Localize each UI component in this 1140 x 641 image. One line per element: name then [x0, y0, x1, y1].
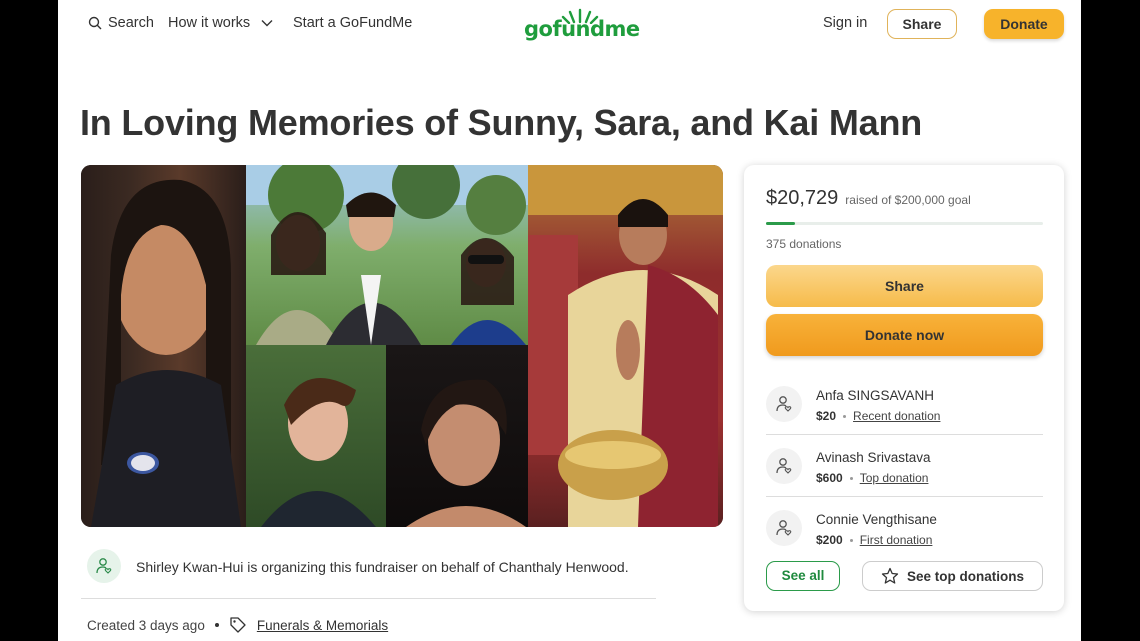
teen-boy-illustration — [261, 378, 376, 527]
organizer-avatar — [87, 549, 121, 583]
donor-name: Connie Vengthisane — [816, 512, 937, 527]
raised-summary: $20,729 raised of $200,000 goal — [766, 187, 971, 210]
donor-item: Connie Vengthisane $200 First donation — [766, 497, 1043, 557]
chevron-down-icon — [261, 20, 273, 27]
star-icon — [881, 567, 899, 584]
donor-avatar — [766, 386, 802, 422]
donor-item: Anfa SINGSAVANH $20 Recent donation — [766, 373, 1043, 435]
progress-bar — [766, 222, 1043, 225]
sign-in-link[interactable]: Sign in — [823, 15, 867, 31]
traditional-dress-illustration — [528, 165, 723, 527]
how-it-works-menu[interactable]: How it works — [168, 15, 274, 31]
search-link[interactable]: Search — [88, 15, 154, 31]
gofundme-logo[interactable]: gofundme — [524, 8, 640, 41]
donor-item: Avinash Srivastava $600 Top donation — [766, 435, 1043, 497]
photo-teen-boy — [246, 345, 386, 527]
how-it-works-label: How it works — [168, 15, 251, 31]
donation-card: $20,729 raised of $200,000 goal 375 dona… — [744, 165, 1064, 611]
campaign-meta: Created 3 days ago Funerals & Memorials — [87, 616, 388, 634]
donor-meta: $200 First donation — [816, 533, 932, 547]
donor-meta: $600 Top donation — [816, 471, 928, 485]
raised-amount: $20,729 — [766, 187, 839, 209]
start-gofundme-link[interactable]: Start a GoFundMe — [293, 15, 412, 31]
see-all-button[interactable]: See all — [766, 561, 840, 591]
portrait-illustration — [91, 179, 241, 527]
share-button-header[interactable]: Share — [887, 9, 957, 39]
woman-short-hair-illustration — [406, 379, 526, 527]
separator-dot — [843, 414, 847, 418]
campaign-photo-collage[interactable] — [81, 165, 723, 527]
separator-dot — [849, 476, 853, 480]
search-label: Search — [108, 15, 154, 31]
start-gofundme-label: Start a GoFundMe — [293, 15, 413, 31]
divider — [81, 598, 656, 599]
donor-avatar — [766, 448, 802, 484]
donor-tag-link[interactable]: Top donation — [860, 471, 929, 485]
photo-woman-traditional-dress — [528, 165, 723, 527]
donor-amount: $600 — [816, 471, 843, 485]
donate-button-header[interactable]: Donate — [984, 9, 1064, 39]
donor-tag-link[interactable]: First donation — [860, 533, 933, 547]
see-top-donations-button[interactable]: See top donations — [862, 561, 1043, 591]
donations-count: 375 donations — [766, 237, 842, 251]
created-date: Created 3 days ago — [87, 617, 205, 633]
donor-tag-link[interactable]: Recent donation — [853, 409, 940, 423]
donor-name: Avinash Srivastava — [816, 450, 931, 465]
user-heart-icon — [96, 558, 112, 574]
organizer-text: Shirley Kwan-Hui is organizing this fund… — [136, 559, 629, 575]
category-link[interactable]: Funerals & Memorials — [257, 618, 388, 633]
tag-icon — [230, 617, 246, 633]
share-button[interactable]: Share — [766, 265, 1043, 307]
donor-meta: $20 Recent donation — [816, 409, 940, 423]
user-heart-icon — [776, 396, 792, 412]
campaign-title: In Loving Memories of Sunny, Sara, and K… — [80, 102, 923, 143]
photo-group-outdoors — [246, 165, 528, 345]
donor-amount: $200 — [816, 533, 843, 547]
group-illustration — [246, 165, 528, 345]
donate-now-button[interactable]: Donate now — [766, 314, 1043, 356]
separator-dot — [849, 538, 853, 542]
donor-avatar — [766, 510, 802, 546]
goal-text: raised of $200,000 goal — [845, 193, 971, 207]
user-heart-icon — [776, 458, 792, 474]
donor-amount: $20 — [816, 409, 837, 423]
photo-woman-portrait — [81, 165, 246, 527]
logo-text: gofundme — [524, 17, 640, 41]
photo-woman-short-hair — [386, 345, 528, 527]
page: Search How it works Start a GoFundMe gof… — [58, 0, 1081, 641]
user-heart-icon — [776, 520, 792, 536]
see-top-donations-label: See top donations — [906, 568, 1024, 584]
progress-fill — [766, 222, 795, 225]
separator-dot — [214, 623, 219, 627]
search-icon — [88, 16, 102, 30]
top-nav: Search How it works Start a GoFundMe gof… — [58, 0, 1081, 48]
donor-name: Anfa SINGSAVANH — [816, 388, 935, 403]
